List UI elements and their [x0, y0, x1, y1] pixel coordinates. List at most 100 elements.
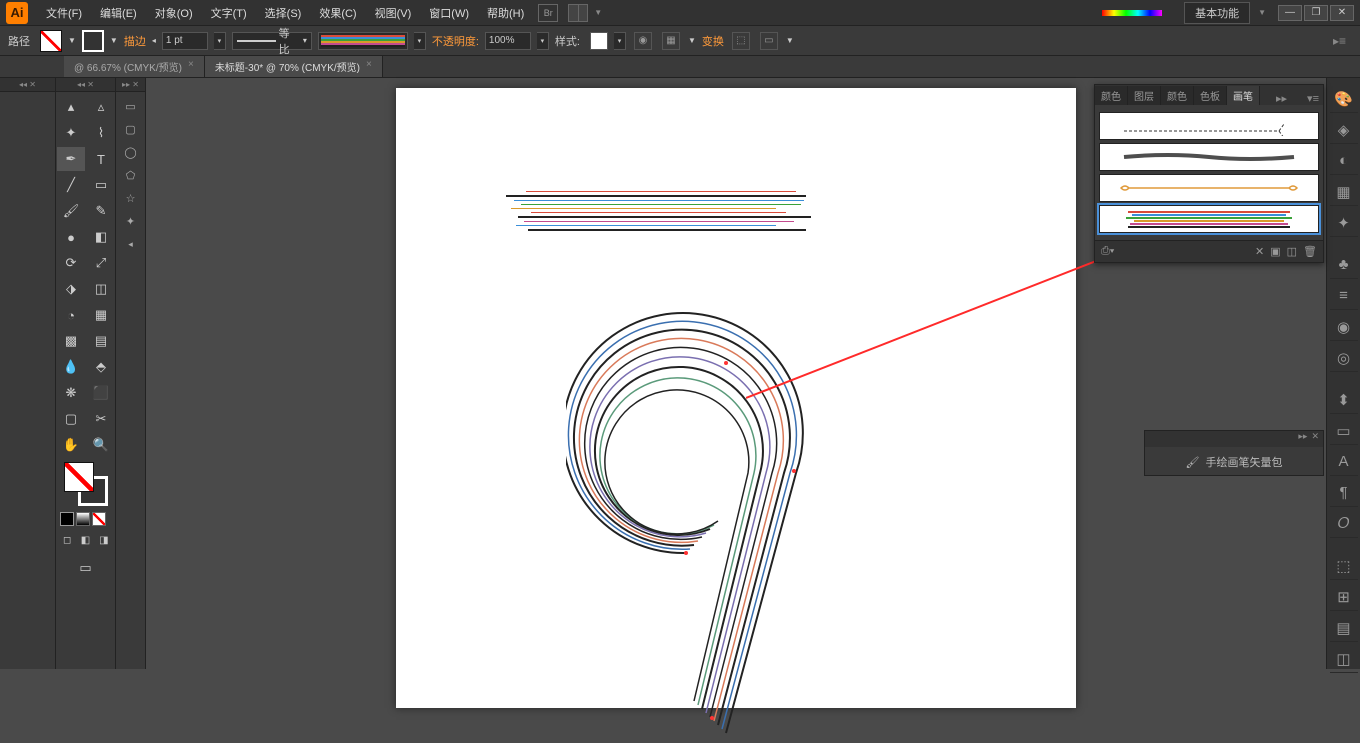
- pencil-tool[interactable]: ✎: [87, 199, 115, 223]
- panel-tab-swatches[interactable]: 色板: [1194, 86, 1227, 105]
- panel-tab-color[interactable]: 颜色: [1095, 86, 1128, 105]
- blob-brush-tool[interactable]: ●: [57, 225, 85, 249]
- remove-brush-stroke-icon[interactable]: ✕: [1255, 245, 1264, 258]
- dock-brushes-icon[interactable]: ▦: [1330, 178, 1358, 206]
- eyedropper-tool[interactable]: 💧: [57, 355, 85, 379]
- edit-icon[interactable]: ▭: [760, 32, 778, 50]
- column-graph-tool[interactable]: ⬛: [87, 381, 115, 405]
- brush-item[interactable]: [1099, 174, 1319, 202]
- style-dropdown[interactable]: ▾: [614, 32, 626, 50]
- dock-transparency-icon[interactable]: ◉: [1330, 313, 1358, 341]
- draw-normal-icon[interactable]: ◻: [61, 533, 73, 547]
- variable-width-profile[interactable]: 等比 ▾: [232, 32, 312, 50]
- rotate-tool[interactable]: ⟳: [57, 251, 85, 275]
- eraser-tool[interactable]: ◧: [87, 225, 115, 249]
- menu-effect[interactable]: 效果(C): [311, 2, 364, 24]
- document-tab[interactable]: @ 66.67% (CMYK/预览) ×: [64, 56, 205, 77]
- brush-definition-preview[interactable]: [318, 32, 408, 50]
- lasso-tool[interactable]: ⌇: [87, 121, 115, 145]
- blend-tool[interactable]: ⬘: [87, 355, 115, 379]
- selection-tool[interactable]: ▴: [57, 95, 85, 119]
- free-transform-tool[interactable]: ◫: [87, 277, 115, 301]
- bridge-icon[interactable]: Br: [538, 4, 558, 22]
- dock-color-icon[interactable]: 🎨: [1330, 85, 1358, 113]
- stroke-label[interactable]: 描边: [124, 33, 146, 49]
- dock-stroke-icon[interactable]: ♣: [1330, 251, 1358, 279]
- collapse-tools-icon[interactable]: ◂◂ ✕: [56, 78, 115, 92]
- new-brush-icon[interactable]: ◫: [1287, 245, 1297, 258]
- dock-opentype-icon[interactable]: 𝑂: [1330, 510, 1358, 538]
- window-restore-button[interactable]: ❐: [1304, 5, 1328, 21]
- brush-item[interactable]: [1099, 143, 1319, 171]
- panel-menu-icon[interactable]: ▾≡: [1303, 92, 1323, 105]
- library-title[interactable]: 手绘画笔矢量包: [1205, 454, 1282, 470]
- none-mode-icon[interactable]: [92, 512, 106, 526]
- fill-swatch[interactable]: [40, 30, 62, 52]
- close-tab-icon[interactable]: ×: [366, 59, 372, 74]
- polygon-shape-icon[interactable]: ⬠: [118, 164, 144, 186]
- opacity-input[interactable]: [485, 32, 531, 50]
- collapse-shapes-icon[interactable]: ▸▸ ✕: [116, 78, 145, 92]
- flare-shape-icon[interactable]: ✦: [118, 210, 144, 232]
- dock-artboards-icon[interactable]: ⊞: [1330, 583, 1358, 611]
- brush-item[interactable]: [1099, 112, 1319, 140]
- isolate-icon[interactable]: ⬚: [732, 32, 750, 50]
- menu-type[interactable]: 文字(T): [203, 2, 255, 24]
- screen-mode-icon[interactable]: ▭: [72, 556, 100, 580]
- document-tab[interactable]: 未标题-30* @ 70% (CMYK/预览) ×: [205, 56, 383, 77]
- tearoff-icon[interactable]: ◂: [118, 233, 144, 255]
- line-tool[interactable]: ╱: [57, 173, 85, 197]
- dock-align-icon[interactable]: ⬍: [1330, 386, 1358, 414]
- pen-tool[interactable]: ✒: [57, 147, 85, 171]
- graphic-style-swatch[interactable]: [590, 32, 608, 50]
- recolor-icon[interactable]: ◉: [634, 32, 652, 50]
- paintbrush-tool[interactable]: 🖌: [57, 199, 85, 223]
- stroke-swatch[interactable]: [82, 30, 104, 52]
- scale-tool[interactable]: ⤢: [87, 251, 115, 275]
- gradient-mode-icon[interactable]: [76, 512, 90, 526]
- dock-transform-icon[interactable]: ▭: [1330, 417, 1358, 445]
- width-tool[interactable]: ⬗: [57, 277, 85, 301]
- menu-object[interactable]: 对象(O): [147, 2, 201, 24]
- panel-collapse-icon[interactable]: ▸▸: [1272, 92, 1291, 105]
- arrange-documents-icon[interactable]: [568, 4, 588, 22]
- control-bar-menu-icon[interactable]: ▸≡: [1327, 34, 1352, 48]
- zoom-tool[interactable]: 🔍: [87, 433, 115, 457]
- menu-select[interactable]: 选择(S): [257, 2, 310, 24]
- menu-edit[interactable]: 编辑(E): [92, 2, 145, 24]
- panel-close-icon[interactable]: ✕: [1311, 431, 1319, 447]
- workspace-switcher[interactable]: 基本功能: [1184, 2, 1250, 24]
- stroke-weight-input[interactable]: [162, 32, 208, 50]
- slice-tool[interactable]: ✂: [87, 407, 115, 431]
- opacity-dropdown[interactable]: ▾: [537, 32, 549, 50]
- mesh-tool[interactable]: ▩: [57, 329, 85, 353]
- rectangle-tool[interactable]: ▭: [87, 173, 115, 197]
- close-tab-icon[interactable]: ×: [188, 59, 194, 74]
- dock-swatches-icon[interactable]: ◐: [1330, 147, 1358, 175]
- gradient-tool[interactable]: ▤: [87, 329, 115, 353]
- brush-list[interactable]: [1095, 105, 1323, 240]
- menu-file[interactable]: 文件(F): [38, 2, 90, 24]
- panel-tab-layers[interactable]: 图层: [1128, 86, 1161, 105]
- dock-links-icon[interactable]: ▤: [1330, 614, 1358, 642]
- window-close-button[interactable]: ✕: [1330, 5, 1354, 21]
- menu-help[interactable]: 帮助(H): [479, 2, 532, 24]
- brush-item-selected[interactable]: [1099, 205, 1319, 233]
- expand-panels-icon[interactable]: ◂◂ ✕: [0, 78, 55, 92]
- stroke-weight-dropdown[interactable]: ▾: [214, 32, 226, 50]
- rectangle-shape-icon[interactable]: ▭: [118, 95, 144, 117]
- star-shape-icon[interactable]: ☆: [118, 187, 144, 209]
- color-mode-icon[interactable]: [60, 512, 74, 526]
- shape-builder-tool[interactable]: ◔: [57, 303, 85, 327]
- symbol-sprayer-tool[interactable]: ❋: [57, 381, 85, 405]
- dock-character-icon[interactable]: A: [1330, 448, 1358, 476]
- hand-tool[interactable]: ✋: [57, 433, 85, 457]
- fill-stroke-swatch[interactable]: [64, 462, 108, 506]
- dock-symbols-icon[interactable]: ✦: [1330, 209, 1358, 237]
- brush-options-icon[interactable]: ▣: [1270, 245, 1280, 258]
- dock-appearance-icon[interactable]: ◎: [1330, 344, 1358, 372]
- window-minimize-button[interactable]: —: [1278, 5, 1302, 21]
- type-tool[interactable]: T: [87, 147, 115, 171]
- dock-paragraph-icon[interactable]: ¶: [1330, 479, 1358, 507]
- transform-label[interactable]: 变换: [702, 33, 724, 49]
